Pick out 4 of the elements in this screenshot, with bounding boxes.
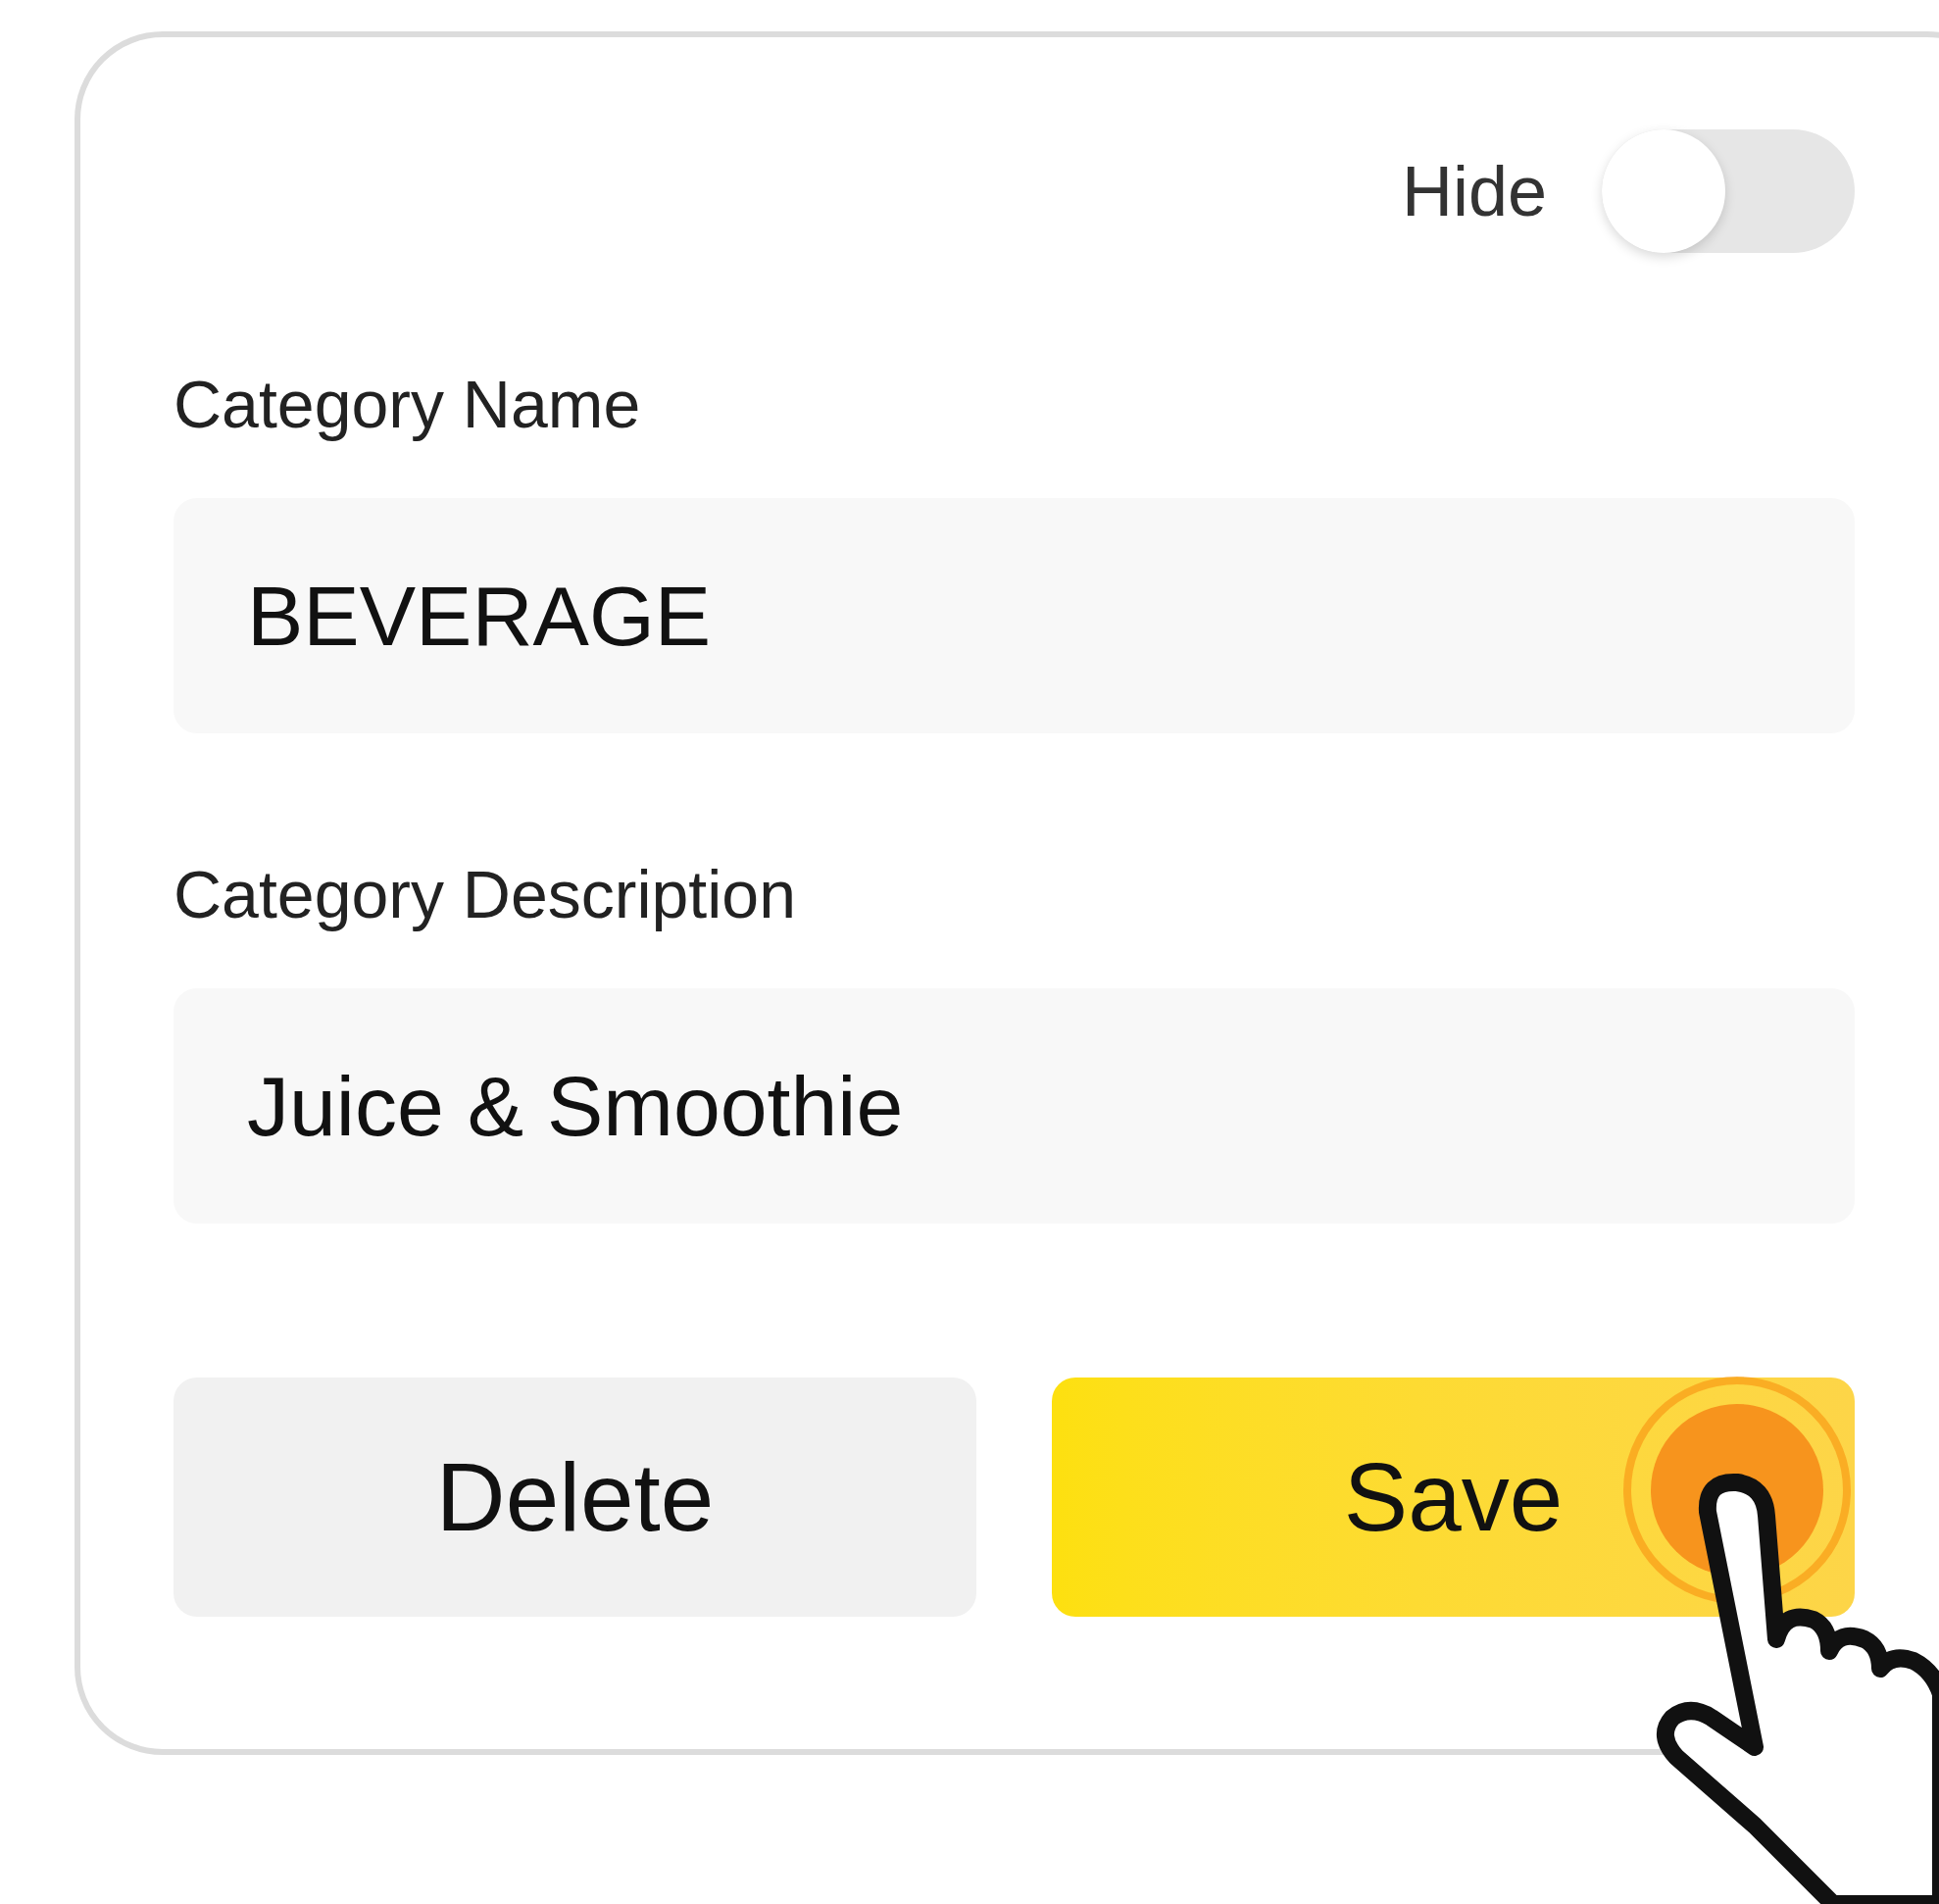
toggle-label: Hide — [1401, 151, 1547, 232]
delete-button[interactable]: Delete — [174, 1378, 976, 1617]
text-field[interactable]: BEVERAGE — [174, 498, 1855, 733]
text-field[interactable]: Juice & Smoothie — [174, 988, 1855, 1224]
